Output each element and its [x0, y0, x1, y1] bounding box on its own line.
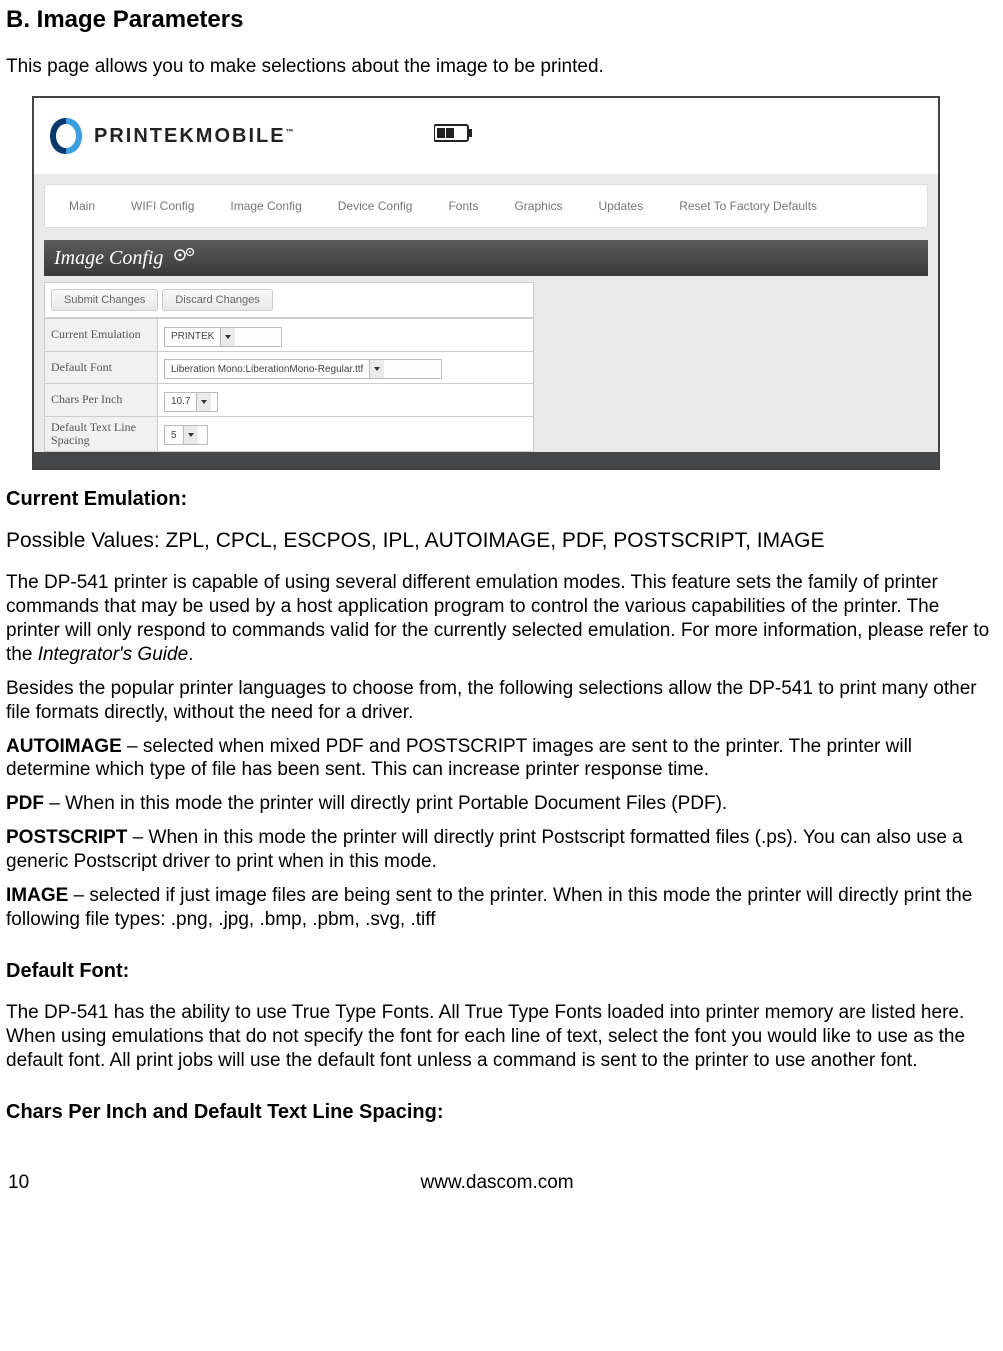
chars-per-inch-label: Chars Per Inch [45, 384, 158, 417]
panel-header: Image Config [44, 240, 928, 276]
image-description: IMAGE – selected if just image files are… [6, 884, 997, 932]
current-emulation-heading: Current Emulation: [6, 488, 997, 511]
image-config-panel: Image Config Submit Change [44, 240, 928, 452]
chevron-down-icon [220, 328, 235, 346]
cpi-heading: Chars Per Inch and Default Text Line Spa… [6, 1101, 997, 1124]
autoimage-description: AUTOIMAGE – selected when mixed PDF and … [6, 735, 997, 783]
emulation-description-2: Besides the popular printer languages to… [6, 677, 997, 725]
menu-reset[interactable]: Reset To Factory Defaults [661, 199, 835, 213]
embedded-screenshot: PRINTEKMOBILE™ Main WIFI Config Image Co… [32, 96, 997, 470]
line-spacing-select[interactable]: 5 [164, 425, 208, 445]
postscript-description: POSTSCRIPT – When in this mode the print… [6, 826, 997, 874]
page-number: 10 [8, 1172, 29, 1194]
settings-table: Current Emulation PRINTEK Default Font [44, 318, 534, 452]
intro-text: This page allows you to make selections … [6, 56, 997, 78]
menu-bar: Main WIFI Config Image Config Device Con… [44, 184, 928, 228]
printek-logo-icon [46, 116, 86, 156]
menu-wifi-config[interactable]: WIFI Config [113, 199, 212, 213]
gear-icon [173, 246, 197, 270]
footer-url: www.dascom.com [29, 1172, 965, 1194]
logo-text: PRINTEKMOBILE™ [94, 125, 294, 148]
menu-main[interactable]: Main [51, 199, 113, 213]
section-heading: B. Image Parameters [6, 6, 997, 34]
menu-fonts[interactable]: Fonts [430, 199, 496, 213]
current-emulation-select[interactable]: PRINTEK [164, 327, 282, 347]
logo-bar: PRINTEKMOBILE™ [34, 98, 938, 174]
default-font-select[interactable]: Liberation Mono:LiberationMono-Regular.t… [164, 359, 442, 379]
default-font-heading: Default Font: [6, 960, 997, 983]
chars-per-inch-select[interactable]: 10.7 [164, 392, 218, 412]
pdf-description: PDF – When in this mode the printer will… [6, 792, 997, 816]
action-subbar: Submit Changes Discard Changes [44, 282, 534, 318]
emulation-description-1: The DP-541 printer is capable of using s… [6, 571, 997, 667]
default-font-description: The DP-541 has the ability to use True T… [6, 1001, 997, 1073]
menu-device-config[interactable]: Device Config [320, 199, 431, 213]
chevron-down-icon [183, 426, 198, 444]
discard-changes-button[interactable]: Discard Changes [162, 289, 272, 311]
menu-image-config[interactable]: Image Config [212, 199, 319, 213]
line-spacing-label: Default Text Line Spacing [45, 416, 158, 451]
default-font-label: Default Font [45, 351, 158, 384]
menu-graphics[interactable]: Graphics [496, 199, 580, 213]
panel-title: Image Config [54, 247, 163, 270]
chevron-down-icon [196, 393, 211, 411]
current-emulation-label: Current Emulation [45, 319, 158, 352]
chevron-down-icon [369, 360, 384, 378]
menu-updates[interactable]: Updates [581, 199, 662, 213]
possible-values: Possible Values: ZPL, CPCL, ESCPOS, IPL,… [6, 529, 997, 553]
submit-changes-button[interactable]: Submit Changes [51, 289, 158, 311]
battery-icon [434, 123, 474, 149]
page-footer: 10 www.dascom.com [0, 1142, 1003, 1202]
